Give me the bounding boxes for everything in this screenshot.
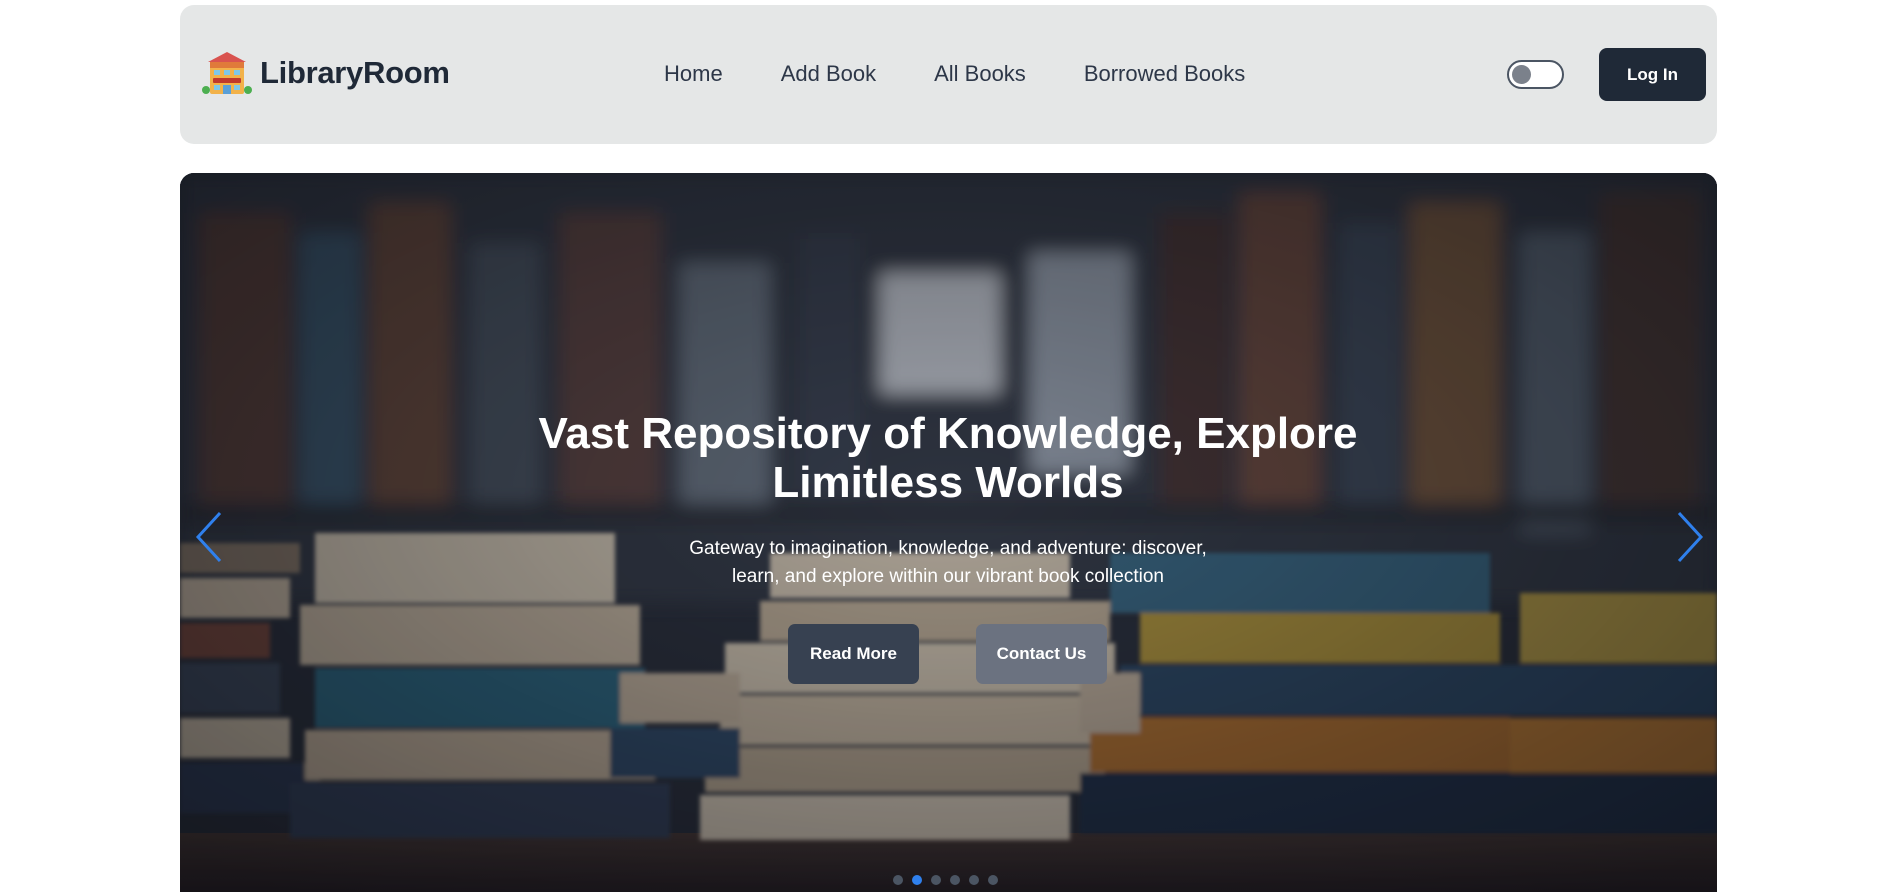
toggle-knob bbox=[1512, 65, 1531, 84]
main-nav: Home Add Book All Books Borrowed Books bbox=[664, 61, 1245, 87]
theme-toggle[interactable] bbox=[1507, 60, 1564, 89]
chevron-right-icon[interactable] bbox=[1673, 509, 1707, 565]
read-more-button[interactable]: Read More bbox=[788, 624, 919, 684]
nav-home[interactable]: Home bbox=[664, 61, 723, 87]
nav-all-books[interactable]: All Books bbox=[934, 61, 1026, 87]
hero-subtitle: Gateway to imagination, knowledge, and a… bbox=[689, 538, 1207, 587]
carousel-dot[interactable] bbox=[950, 875, 960, 885]
hero-title: Vast Repository of Knowledge, Explore Li… bbox=[538, 409, 1358, 507]
nav-add-book[interactable]: Add Book bbox=[781, 61, 876, 87]
brand[interactable]: LibraryRoom bbox=[202, 48, 450, 98]
hero-carousel: Vast Repository of Knowledge, Explore Li… bbox=[180, 173, 1717, 892]
carousel-dot[interactable] bbox=[893, 875, 903, 885]
nav-borrowed-books[interactable]: Borrowed Books bbox=[1084, 61, 1245, 87]
navbar: LibraryRoom Home Add Book All Books Borr… bbox=[180, 5, 1717, 144]
carousel-dot[interactable] bbox=[988, 875, 998, 885]
hotel-building-icon bbox=[202, 52, 252, 94]
carousel-dot[interactable] bbox=[969, 875, 979, 885]
carousel-indicators bbox=[893, 875, 1007, 885]
hero-content: Vast Repository of Knowledge, Explore Li… bbox=[180, 173, 1717, 892]
brand-name: LibraryRoom bbox=[260, 55, 450, 90]
carousel-dot[interactable] bbox=[912, 875, 922, 885]
contact-us-button[interactable]: Contact Us bbox=[976, 624, 1107, 684]
carousel-dot[interactable] bbox=[931, 875, 941, 885]
login-button[interactable]: Log In bbox=[1599, 48, 1706, 101]
chevron-left-icon[interactable] bbox=[192, 509, 226, 565]
